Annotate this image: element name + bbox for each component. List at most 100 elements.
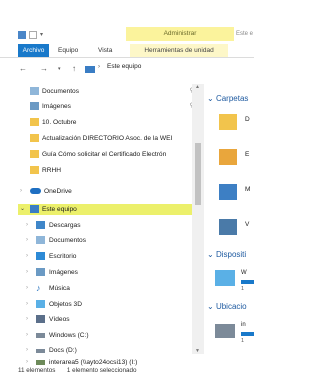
folder-icon — [30, 134, 39, 142]
section-title: Dispositi — [215, 250, 247, 259]
nav-item-rrhh[interactable]: RRHH — [18, 163, 204, 178]
nav-item-musica[interactable]: › ♪ Música — [18, 281, 204, 296]
nav-item-label: Documentos — [42, 88, 80, 95]
navigation-pane: Documentos ⚲ Imágenes ⚲ 10. Octubre Actu… — [18, 84, 204, 368]
window-title: Este e — [236, 31, 254, 37]
chevron-down-icon[interactable]: ⌄ — [207, 94, 214, 103]
chevron-down-icon[interactable]: ⌄ — [207, 302, 214, 311]
scroll-up-icon[interactable]: ▲ — [195, 84, 200, 90]
chevron-right-icon[interactable]: › — [26, 312, 28, 327]
breadcrumb-este-equipo[interactable]: Este equipo — [107, 63, 141, 70]
nav-item-label: Windows (C:) — [49, 332, 89, 339]
network-drive-label: in — [241, 322, 246, 328]
folder-tile-icon[interactable] — [219, 184, 237, 200]
chevron-down-icon[interactable]: ⌄ — [20, 202, 25, 217]
chevron-right-icon[interactable]: › — [26, 328, 28, 343]
this-pc-icon — [30, 205, 39, 213]
nav-item-objetos3d[interactable]: › Objetos 3D — [18, 297, 204, 312]
network-drive-tile-icon[interactable] — [215, 324, 235, 338]
pictures-icon — [30, 102, 39, 110]
nav-item-videos[interactable]: › Vídeos — [18, 312, 204, 327]
nav-item-onedrive[interactable]: › OneDrive — [18, 184, 204, 199]
music-icon: ♪ — [36, 283, 41, 293]
chevron-right-icon[interactable]: › — [26, 249, 28, 264]
nav-item-escritorio[interactable]: › Escritorio — [18, 249, 204, 264]
forward-icon[interactable]: → — [40, 64, 48, 73]
folder-icon — [30, 166, 39, 174]
chevron-right-icon[interactable]: › — [26, 218, 28, 233]
nav-scrollbar[interactable]: ▲ ▼ — [192, 84, 204, 354]
chevron-right-icon[interactable]: › — [26, 265, 28, 280]
contextual-tab-administrar[interactable]: Administrar — [126, 27, 234, 41]
chevron-right-icon[interactable]: › — [20, 184, 22, 199]
nav-item-descargas[interactable]: › Descargas — [18, 218, 204, 233]
drive-usage-bar — [241, 280, 254, 284]
breadcrumb-chevron-icon[interactable]: › — [98, 64, 100, 70]
nav-item-label: Guía Cómo solicitar el Certificado Elect… — [42, 151, 167, 158]
documents-icon — [30, 87, 39, 95]
nav-item-label: Documentos — [49, 237, 87, 244]
folder-icon — [30, 118, 39, 126]
folder-icon — [30, 150, 39, 158]
folder-tile-label: D — [245, 116, 250, 123]
nav-item-actualizacion[interactable]: Actualización DIRECTORIO Asoc. de la WEI — [18, 131, 204, 146]
section-header-ubicaciones[interactable]: ⌄ Ubicacio — [207, 302, 247, 311]
title-bar: ▾ Administrar Este e — [0, 0, 254, 44]
downloads-icon — [36, 221, 45, 229]
dropdown-arrow-icon[interactable]: ▾ — [40, 31, 48, 39]
nav-item-label: Objetos 3D — [49, 301, 82, 308]
folder-tile-icon[interactable] — [219, 219, 237, 235]
nav-item-label: Vídeos — [49, 316, 70, 323]
section-header-dispositivos[interactable]: ⌄ Dispositi — [207, 250, 246, 259]
chevron-down-icon[interactable]: ⌄ — [207, 250, 214, 259]
nav-scrollbar-thumb[interactable] — [195, 143, 201, 205]
folder-tile-icon[interactable] — [219, 149, 237, 165]
network-drive-icon — [36, 360, 45, 365]
nav-item-label: Escritorio — [49, 253, 77, 260]
properties-icon[interactable] — [29, 31, 37, 39]
videos-icon — [36, 315, 45, 323]
drive-size-text: 1 — [241, 286, 245, 292]
nav-item-label: Actualización DIRECTORIO Asoc. de la WEI — [42, 135, 173, 142]
nav-item-label: 10. Octubre — [42, 119, 77, 126]
drive-tile-icon[interactable] — [215, 270, 235, 286]
this-pc-icon — [85, 66, 95, 73]
nav-item-imagenes-pc[interactable]: › Imágenes — [18, 265, 204, 280]
chevron-right-icon[interactable]: › — [26, 281, 28, 296]
network-drive-usage-bar — [241, 332, 254, 336]
nav-item-label: Imágenes — [42, 103, 71, 110]
recent-dropdown-icon[interactable]: ▾ — [58, 66, 61, 72]
nav-item-label: Descargas — [49, 222, 81, 229]
nav-item-este-equipo[interactable]: ⌄ Este equipo — [18, 202, 204, 217]
tab-herramientas-unidad[interactable]: Herramientas de unidad — [130, 44, 228, 57]
tab-vista[interactable]: Vista — [98, 44, 112, 57]
network-drive-size-text: 1 — [241, 338, 245, 344]
tab-equipo[interactable]: Equipo — [58, 44, 78, 57]
chevron-right-icon[interactable]: › — [26, 297, 28, 312]
status-bar: 11 elementos 1 elemento seleccionado — [18, 367, 137, 374]
folder-tile-label: V — [245, 221, 250, 228]
ribbon-tabs: Archivo Equipo Vista Herramientas de uni… — [0, 44, 254, 58]
drive-icon — [36, 333, 45, 338]
objects3d-icon — [36, 300, 45, 308]
quick-access-toolbar: ▾ — [18, 30, 48, 40]
nav-item-windows-c[interactable]: › Windows (C:) — [18, 328, 204, 343]
computer-icon[interactable] — [18, 31, 26, 39]
nav-item-documentos[interactable]: Documentos ⚲ — [18, 84, 204, 99]
tab-archivo[interactable]: Archivo — [18, 44, 49, 57]
nav-item-documentos-pc[interactable]: › Documentos — [18, 233, 204, 248]
back-icon[interactable]: ← — [19, 64, 27, 73]
folder-tile-icon[interactable] — [219, 114, 237, 130]
nav-item-guia[interactable]: Guía Cómo solicitar el Certificado Elect… — [18, 147, 204, 162]
chevron-right-icon[interactable]: › — [26, 233, 28, 248]
scroll-down-icon[interactable]: ▼ — [195, 348, 200, 354]
nav-item-label: OneDrive — [44, 188, 72, 195]
nav-item-octubre[interactable]: 10. Octubre — [18, 115, 204, 130]
content-pane: ⌄ Carpetas D E M V ⌄ Dispositi W 1 ⌄ Ubi… — [205, 84, 254, 368]
section-header-carpetas[interactable]: ⌄ Carpetas — [207, 94, 248, 103]
item-count: 11 elementos — [18, 367, 56, 374]
up-icon[interactable]: ↑ — [72, 64, 76, 73]
folder-tile-label: E — [245, 151, 250, 158]
nav-item-imagenes[interactable]: Imágenes ⚲ — [18, 99, 204, 114]
selected-count: 1 elemento seleccionado — [66, 367, 137, 374]
